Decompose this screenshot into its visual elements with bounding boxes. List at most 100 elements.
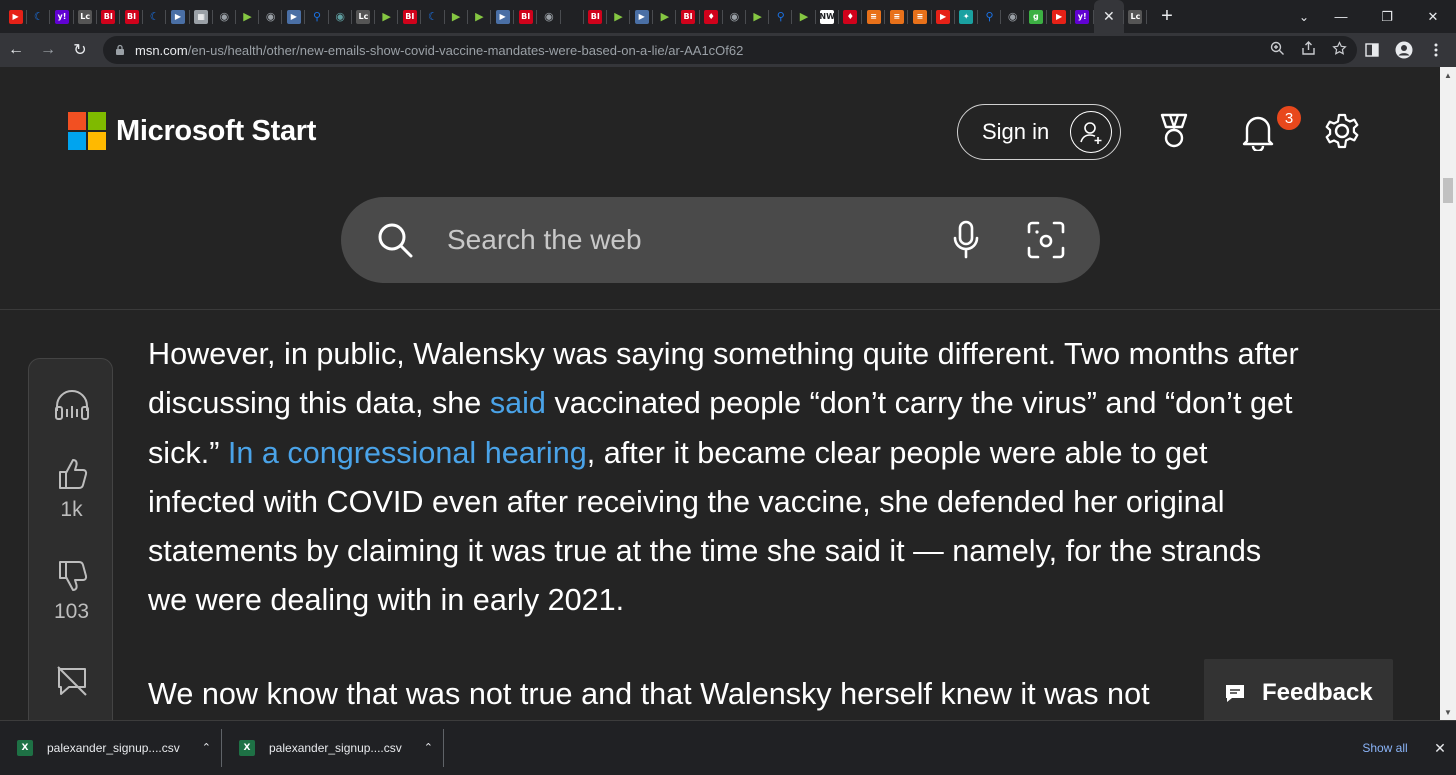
browser-tab[interactable]: ◉ [213, 0, 237, 33]
dislike-button[interactable]: 103 [29, 559, 114, 624]
browser-tab[interactable]: ▶ [491, 0, 515, 33]
browser-tab[interactable]: ⚲ [978, 0, 1002, 33]
browser-tab[interactable]: ☾ [421, 0, 445, 33]
lock-icon[interactable] [115, 44, 127, 56]
browser-tab[interactable]: ▶ [282, 0, 306, 33]
globe-icon: ◉ [335, 10, 346, 23]
browser-tab[interactable]: NW [816, 0, 839, 33]
said-link[interactable]: said [490, 386, 546, 420]
browser-tab[interactable]: ▶ [746, 0, 770, 33]
zoom-icon[interactable] [1270, 41, 1285, 59]
tab-search-dropdown[interactable]: ⌄ [1290, 0, 1318, 33]
forward-button[interactable]: → [32, 34, 64, 66]
excel-file-icon: X [17, 739, 33, 756]
browser-tab[interactable]: BI [97, 0, 121, 33]
browser-tab[interactable]: ▶ [445, 0, 468, 33]
browser-tab[interactable]: Lc [352, 0, 376, 33]
star-icon[interactable] [1332, 41, 1347, 59]
close-window-button[interactable]: ✕ [1410, 0, 1456, 33]
browser-tab[interactable]: ▶ [607, 0, 631, 33]
browser-tab[interactable]: ≡ [885, 0, 909, 33]
share-icon[interactable] [1301, 41, 1316, 59]
like-button[interactable]: 1k [29, 457, 114, 522]
scroll-thumb[interactable] [1443, 178, 1453, 203]
browser-tab[interactable] [561, 0, 584, 33]
comments-button[interactable] [29, 665, 114, 702]
search-icon[interactable] [375, 220, 415, 260]
browser-tab[interactable]: ▶ [792, 0, 816, 33]
feedback-button[interactable]: Feedback [1204, 659, 1393, 720]
browser-tab[interactable]: BI [514, 0, 538, 33]
web-search-bar [341, 197, 1100, 283]
menu-icon[interactable] [1422, 36, 1450, 64]
browser-tab[interactable]: ≡ [908, 0, 932, 33]
scroll-down-arrow-icon[interactable]: ▼ [1440, 704, 1456, 720]
scroll-up-arrow-icon[interactable]: ▲ [1440, 67, 1456, 83]
browser-tab[interactable]: ⚲ [769, 0, 793, 33]
browser-tab[interactable]: ▦ [190, 0, 213, 33]
chevron-up-icon[interactable]: ⌃ [424, 741, 433, 754]
browser-tab[interactable]: Lc [1124, 0, 1148, 33]
close-download-bar-icon[interactable]: ✕ [1430, 734, 1450, 762]
browser-tab[interactable]: ▶ [236, 0, 260, 33]
browser-tab[interactable]: ▶ [653, 0, 677, 33]
show-all-downloads-button[interactable]: Show all [1353, 734, 1417, 762]
browser-tab[interactable]: ⚲ [305, 0, 329, 33]
bi-icon: BI [588, 9, 603, 24]
browser-tab[interactable]: BI [676, 0, 700, 33]
browser-tab[interactable]: ▶ [630, 0, 654, 33]
browser-tab[interactable]: y! [1071, 0, 1095, 33]
visual-search-icon[interactable] [1026, 220, 1066, 260]
browser-tab[interactable]: ▶ [375, 0, 399, 33]
browser-tab[interactable]: ✦ [955, 0, 979, 33]
congressional-hearing-link[interactable]: In a congressional hearing [228, 436, 587, 470]
chevron-up-icon[interactable]: ⌃ [202, 741, 211, 754]
settings-gear-icon[interactable] [1322, 111, 1362, 151]
download-item[interactable]: X palexander_signup....csv ⌃ [0, 721, 222, 775]
browser-tab[interactable]: ◉ [1001, 0, 1025, 33]
podcast-icon: ♦ [843, 9, 858, 24]
browser-tab[interactable]: ◉ [537, 0, 561, 33]
sidepanel-icon[interactable] [1358, 36, 1386, 64]
browser-tab[interactable]: BI [398, 0, 422, 33]
browser-tab[interactable]: Lc [74, 0, 97, 33]
browser-tab[interactable]: ▶ [468, 0, 492, 33]
url-text[interactable]: msn.com/en-us/health/other/new-emails-sh… [135, 43, 743, 58]
browser-tab[interactable]: g [1024, 0, 1048, 33]
sign-in-button[interactable]: Sign in [957, 104, 1121, 160]
listen-button[interactable] [29, 389, 114, 426]
podcast-icon: ♦ [704, 9, 719, 24]
download-item[interactable]: X palexander_signup....csv ⌃ [222, 721, 444, 775]
browser-tab[interactable]: ▶ [932, 0, 955, 33]
browser-tab[interactable]: BI [584, 0, 608, 33]
browser-tab[interactable]: ▶ [166, 0, 190, 33]
browser-tab[interactable]: ♦ [839, 0, 863, 33]
browser-tab[interactable]: ≡ [862, 0, 886, 33]
browser-tab[interactable]: ♦ [700, 0, 724, 33]
browser-tab[interactable]: ☾ [27, 0, 51, 33]
notifications-icon[interactable] [1238, 111, 1278, 151]
browser-tab[interactable]: ◉ [329, 0, 353, 33]
browser-tab[interactable]: BI [120, 0, 144, 33]
rumble-icon: ▶ [382, 10, 391, 23]
minimize-button[interactable]: — [1318, 0, 1364, 33]
back-button[interactable]: ← [0, 34, 32, 66]
microsoft-start-logo[interactable]: Microsoft Start [68, 112, 316, 150]
new-tab-button[interactable]: + [1153, 0, 1181, 33]
microphone-icon[interactable] [946, 219, 986, 261]
rewards-icon[interactable] [1154, 111, 1194, 151]
restore-button[interactable]: ❐ [1364, 0, 1410, 33]
search-input[interactable] [447, 224, 917, 256]
browser-tab[interactable]: ✕ [1093, 0, 1124, 33]
browser-tab[interactable]: ▶ [1047, 0, 1071, 33]
browser-tab[interactable]: ▶ [4, 0, 28, 33]
browser-tab[interactable]: ◉ [723, 0, 747, 33]
close-tab-icon[interactable]: ✕ [1103, 8, 1115, 25]
browser-tab[interactable]: y! [50, 0, 74, 33]
reload-button[interactable]: ↻ [64, 34, 96, 66]
page-scrollbar[interactable]: ▲ ▼ [1440, 67, 1456, 720]
browser-tab[interactable]: ◉ [259, 0, 283, 33]
browser-tab[interactable]: ☾ [143, 0, 167, 33]
profile-icon[interactable] [1390, 36, 1418, 64]
address-bar[interactable]: msn.com/en-us/health/other/new-emails-sh… [103, 36, 1357, 64]
